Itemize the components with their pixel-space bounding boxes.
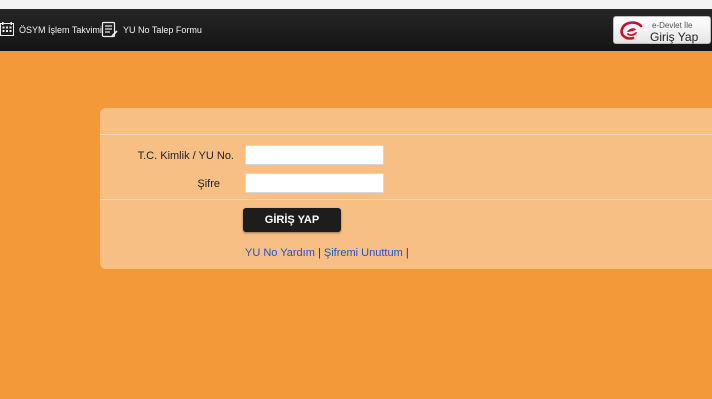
login-panel: T.C. Kimlik / YU No. Şifre GİRİŞ YAP YU …	[100, 108, 712, 269]
password-label: Şifre	[197, 178, 220, 190]
tc-kimlik-label: T.C. Kimlik / YU No.	[137, 150, 234, 162]
edevlet-login-button[interactable]: e-Devlet İle Giriş Yap	[613, 16, 711, 44]
edevlet-big-label: Giriş Yap	[650, 30, 699, 44]
login-panel-header	[100, 108, 712, 135]
top-navbar: ÖSYM İşlem Takvimi YU No Talep Formu e-D…	[0, 9, 712, 51]
calendar-grid-icon	[0, 22, 14, 38]
e-devlet-logo-icon	[619, 20, 645, 47]
login-submit-button[interactable]: GİRİŞ YAP	[243, 208, 341, 232]
help-links: YU No Yardım | Şifremi Unuttum |	[245, 247, 409, 259]
login-panel-divider	[100, 199, 712, 200]
tc-kimlik-input[interactable]	[245, 145, 384, 165]
form-document-icon	[101, 21, 118, 40]
password-input[interactable]	[245, 173, 384, 193]
link-separator-trailing: |	[405, 247, 409, 259]
edevlet-small-label: e-Devlet İle	[652, 21, 693, 30]
browser-top-strip	[0, 0, 712, 9]
link-separator: |	[317, 247, 321, 259]
nav-link-talep-formu-label: YU No Talep Formu	[123, 25, 202, 35]
nav-link-islem-takvimi-label: ÖSYM İşlem Takvimi	[19, 25, 102, 35]
nav-link-talep-formu[interactable]: YU No Talep Formu	[101, 9, 202, 51]
forgot-password-link[interactable]: Şifremi Unuttum	[324, 247, 403, 259]
yu-no-help-link[interactable]: YU No Yardım	[245, 247, 315, 259]
nav-link-islem-takvimi[interactable]: ÖSYM İşlem Takvimi	[0, 9, 102, 51]
